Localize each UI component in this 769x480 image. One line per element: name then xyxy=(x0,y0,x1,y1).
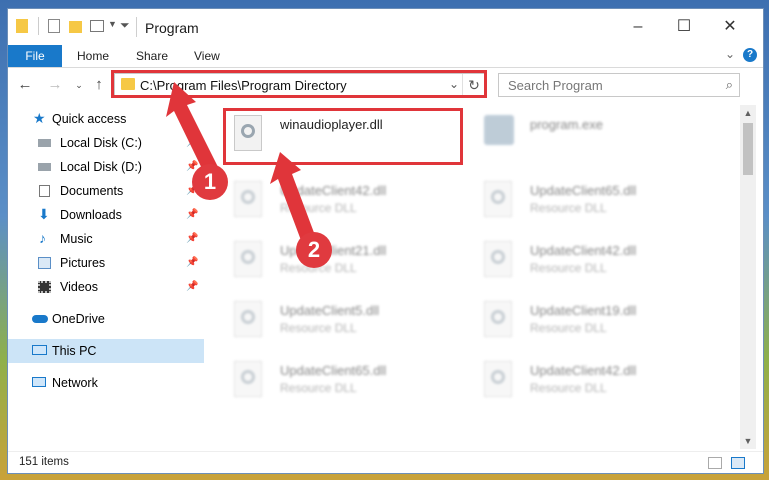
sidebar-item-downloads[interactable]: ⬇ Downloads 📌 xyxy=(8,203,204,227)
list-item[interactable]: UpdateClient42.dll Resource DLL xyxy=(228,175,458,227)
vertical-scrollbar[interactable]: ▲ ▼ xyxy=(740,105,756,449)
music-icon: ♪ xyxy=(39,230,46,246)
file-type: Resource DLL xyxy=(530,261,607,275)
expand-ribbon-icon[interactable]: ⌄ xyxy=(725,47,735,61)
status-bar: 151 items xyxy=(8,451,763,473)
gear-icon xyxy=(241,250,255,264)
chevron-down-icon[interactable]: ▼ xyxy=(108,19,117,35)
gear-icon xyxy=(491,310,505,324)
file-name: UpdateClient42.dll xyxy=(530,363,637,378)
sidebar-item-onedrive[interactable]: OneDrive xyxy=(8,307,204,331)
dll-file-icon xyxy=(484,361,512,397)
gear-icon xyxy=(491,250,505,264)
new-folder-icon[interactable] xyxy=(69,21,82,33)
chevron-down-icon[interactable]: ⏷ xyxy=(120,18,130,34)
star-icon: ★ xyxy=(33,110,46,126)
toolbar-divider xyxy=(38,17,39,35)
tab-file[interactable]: File xyxy=(8,45,62,67)
maximize-button[interactable]: ☐ xyxy=(664,15,704,39)
file-name: UpdateClient42.dll xyxy=(530,243,637,258)
file-type: Resource DLL xyxy=(280,321,357,335)
list-item[interactable]: UpdateClient5.dll Resource DLL xyxy=(228,295,458,347)
tab-home[interactable]: Home xyxy=(77,45,109,67)
gear-icon xyxy=(241,310,255,324)
exe-file-icon xyxy=(484,115,514,145)
folder-icon xyxy=(16,19,28,33)
dll-file-icon xyxy=(484,241,512,277)
step-2-badge: 2 xyxy=(296,232,332,268)
customize-icon[interactable] xyxy=(90,20,104,32)
drive-icon xyxy=(38,139,51,147)
item-count: 151 items xyxy=(19,456,69,468)
dll-file-icon xyxy=(234,301,262,337)
dll-file-icon xyxy=(234,361,262,397)
forward-button[interactable]: → xyxy=(46,76,64,94)
details-view-icon[interactable] xyxy=(708,457,722,469)
download-icon: ⬇ xyxy=(38,206,50,222)
list-item[interactable]: UpdateClient21.dll Resource DLL xyxy=(228,235,458,287)
pin-icon[interactable]: 📌 xyxy=(186,203,198,227)
file-type: Resource DLL xyxy=(280,381,357,395)
large-icons-view-icon[interactable] xyxy=(731,457,745,469)
file-type: Resource DLL xyxy=(530,321,607,335)
drive-icon xyxy=(38,163,51,171)
help-icon[interactable]: ? xyxy=(743,48,757,62)
file-name: UpdateClient65.dll xyxy=(280,363,387,378)
list-item[interactable]: UpdateClient42.dll Resource DLL xyxy=(478,235,708,287)
network-icon xyxy=(32,377,46,387)
gear-icon xyxy=(491,370,505,384)
up-button[interactable]: ↑ xyxy=(90,76,108,94)
sidebar-item-this-pc[interactable]: This PC xyxy=(8,339,204,363)
recent-locations-button[interactable]: ⌄ xyxy=(70,76,88,94)
videos-icon xyxy=(38,281,51,293)
dll-file-icon xyxy=(484,181,512,217)
sidebar-item-pictures[interactable]: Pictures 📌 xyxy=(8,251,204,275)
gear-icon xyxy=(241,190,255,204)
sidebar-item-network[interactable]: Network xyxy=(8,371,204,395)
list-item[interactable]: UpdateClient42.dll Resource DLL xyxy=(478,355,708,407)
file-type: Resource DLL xyxy=(530,201,607,215)
file-type: Resource DLL xyxy=(530,381,607,395)
pin-icon[interactable]: 📌 xyxy=(186,227,198,251)
pin-icon[interactable]: 📌 xyxy=(186,275,198,299)
list-item-program-exe[interactable]: program.exe xyxy=(478,109,708,161)
properties-icon[interactable] xyxy=(48,19,60,33)
gear-icon xyxy=(241,370,255,384)
title-bar: ▼ ⏷ Program – ☐ ✕ xyxy=(8,9,763,45)
sidebar-item-videos[interactable]: Videos 📌 xyxy=(8,275,204,299)
scroll-up-icon[interactable]: ▲ xyxy=(740,105,756,121)
step-1-badge: 1 xyxy=(192,164,228,200)
onedrive-icon xyxy=(32,315,48,323)
file-highlight xyxy=(223,108,463,165)
pictures-icon xyxy=(38,257,51,269)
search-placeholder: Search Program xyxy=(508,78,603,93)
minimize-button[interactable]: – xyxy=(618,15,658,39)
tab-view[interactable]: View xyxy=(194,45,220,67)
pin-icon[interactable]: 📌 xyxy=(186,251,198,275)
documents-icon xyxy=(39,185,50,197)
computer-icon xyxy=(32,345,47,355)
back-button[interactable]: ← xyxy=(16,76,34,94)
sidebar-item-music[interactable]: ♪ Music 📌 xyxy=(8,227,204,251)
list-item[interactable]: UpdateClient19.dll Resource DLL xyxy=(478,295,708,347)
dll-file-icon xyxy=(234,241,262,277)
scrollbar-thumb[interactable] xyxy=(743,123,753,175)
window-title: Program xyxy=(145,20,199,36)
search-icon: ⌕ xyxy=(725,77,733,92)
file-name: UpdateClient65.dll xyxy=(530,183,637,198)
file-name: program.exe xyxy=(530,117,603,132)
dll-file-icon xyxy=(484,301,512,337)
gear-icon xyxy=(491,190,505,204)
list-item[interactable]: UpdateClient65.dll Resource DLL xyxy=(228,355,458,407)
tab-share[interactable]: Share xyxy=(136,45,168,67)
search-input[interactable]: Search Program ⌕ xyxy=(498,73,740,97)
ribbon-tabs: File Home Share View ⌄ ? xyxy=(8,45,763,68)
close-button[interactable]: ✕ xyxy=(710,15,750,39)
file-name: UpdateClient5.dll xyxy=(280,303,380,318)
scroll-down-icon[interactable]: ▼ xyxy=(740,433,756,449)
list-item[interactable]: UpdateClient65.dll Resource DLL xyxy=(478,175,708,227)
file-name: UpdateClient19.dll xyxy=(530,303,637,318)
title-divider xyxy=(136,17,137,37)
